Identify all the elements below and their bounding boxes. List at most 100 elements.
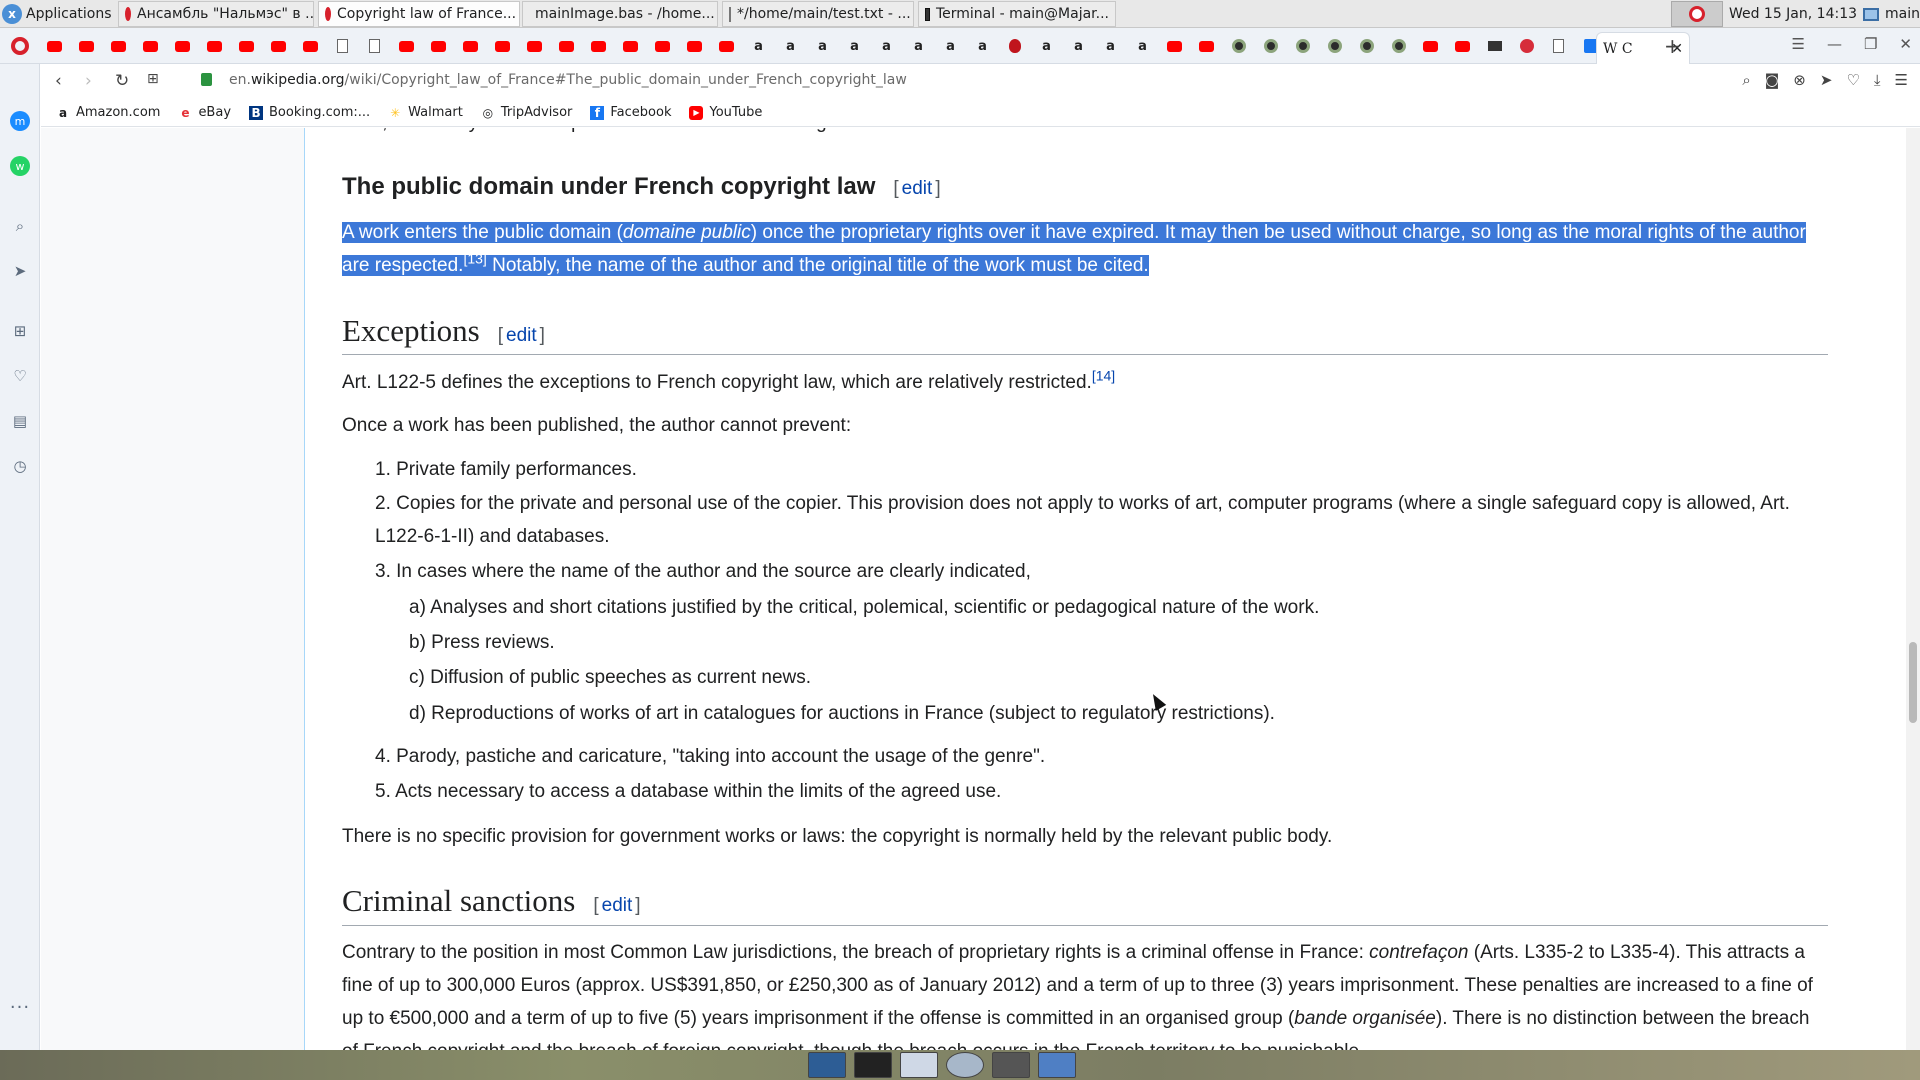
taskbar-item-test-txt[interactable]: */home/main/test.txt - ... bbox=[722, 1, 914, 27]
youtube-tab-icon[interactable] bbox=[1164, 36, 1185, 56]
youtube-tab-icon[interactable] bbox=[236, 36, 257, 56]
amazon-tab-icon[interactable]: a bbox=[812, 36, 833, 56]
eye-tab-icon[interactable] bbox=[1292, 36, 1313, 56]
speed-dial-icon[interactable]: ⊞ bbox=[10, 321, 30, 341]
amazon-tab-icon[interactable]: a bbox=[908, 36, 929, 56]
browser-dock-icon[interactable] bbox=[946, 1052, 984, 1078]
eye-tab-icon[interactable] bbox=[1388, 36, 1409, 56]
new-tab-icon[interactable]: + bbox=[1664, 34, 1681, 58]
easy-setup-icon[interactable]: ☰ bbox=[1895, 71, 1908, 89]
page-scrollbar[interactable] bbox=[1906, 128, 1920, 1050]
bookmark-walmart[interactable]: ✳ Walmart bbox=[388, 105, 463, 120]
youtube-tab-icon[interactable] bbox=[108, 36, 129, 56]
eye-tab-icon[interactable] bbox=[1356, 36, 1377, 56]
send-icon[interactable]: ➤ bbox=[10, 261, 30, 281]
more-icon[interactable]: ··· bbox=[10, 997, 30, 1018]
youtube-tab-icon[interactable] bbox=[44, 36, 65, 56]
youtube-tab-icon[interactable] bbox=[684, 36, 705, 56]
citation-link[interactable]: [13] bbox=[463, 251, 486, 267]
download-icon[interactable]: ⤓ bbox=[1874, 71, 1881, 89]
document-tab-icon[interactable] bbox=[1548, 36, 1569, 56]
applications-menu[interactable]: x Applications bbox=[2, 3, 112, 25]
youtube-tab-icon[interactable] bbox=[460, 36, 481, 56]
search-binoculars-icon[interactable] bbox=[992, 1052, 1030, 1078]
messenger-icon[interactable]: m bbox=[10, 111, 30, 131]
eye-tab-icon[interactable] bbox=[1228, 36, 1249, 56]
desktop-icon[interactable] bbox=[808, 1052, 846, 1078]
amazon-tab-icon[interactable]: a bbox=[844, 36, 865, 56]
file-manager-icon[interactable] bbox=[900, 1052, 938, 1078]
user-label[interactable]: main bbox=[1885, 6, 1920, 22]
eye-tab-icon[interactable] bbox=[1260, 36, 1281, 56]
folder-dock-icon[interactable] bbox=[1038, 1052, 1076, 1078]
youtube-tab-icon[interactable] bbox=[652, 36, 673, 56]
bookmark-booking[interactable]: B Booking.com:... bbox=[249, 105, 370, 120]
document-tab-icon[interactable] bbox=[364, 36, 385, 56]
youtube-tab-icon[interactable] bbox=[1452, 36, 1473, 56]
tab-menu-icon[interactable]: ☰ bbox=[1792, 35, 1805, 53]
youtube-tab-icon[interactable] bbox=[524, 36, 545, 56]
youtube-tab-icon[interactable] bbox=[1420, 36, 1441, 56]
close-window-icon[interactable]: ✕ bbox=[1899, 35, 1912, 53]
youtube-tab-icon[interactable] bbox=[300, 36, 321, 56]
reload-icon[interactable]: ↻ bbox=[115, 71, 129, 91]
bookmark-youtube[interactable]: ▶ YouTube bbox=[689, 105, 762, 120]
bookmark-amazon[interactable]: a Amazon.com bbox=[56, 105, 161, 120]
bookmark-tripadvisor[interactable]: ◎ TripAdvisor bbox=[481, 105, 573, 120]
back-icon[interactable]: ‹ bbox=[55, 71, 62, 91]
snapshot-icon[interactable]: ◙ bbox=[1765, 71, 1780, 89]
taskbar-item-terminal[interactable]: Terminal - main@Majar... bbox=[918, 1, 1116, 27]
youtube-tab-icon[interactable] bbox=[716, 36, 737, 56]
url-field[interactable]: en.wikipedia.org/wiki/Copyright_law_of_F… bbox=[229, 72, 907, 88]
amazon-tab-icon[interactable]: a bbox=[780, 36, 801, 56]
edit-link[interactable]: edit bbox=[506, 325, 537, 346]
youtube-tab-icon[interactable] bbox=[620, 36, 641, 56]
taskbar-item-mainimage[interactable]: mainImage.bas - /home... bbox=[522, 1, 718, 27]
search-icon[interactable]: ⌕ bbox=[10, 216, 30, 236]
amazon-tab-icon[interactable]: a bbox=[876, 36, 897, 56]
eye-tab-icon[interactable] bbox=[1324, 36, 1345, 56]
bookmark-ebay[interactable]: e eBay bbox=[178, 105, 231, 120]
share-icon[interactable]: ➤ bbox=[1820, 71, 1833, 89]
lock-icon[interactable] bbox=[201, 73, 212, 86]
clock[interactable]: Wed 15 Jan, 14:13 bbox=[1729, 6, 1857, 22]
youtube-tab-icon[interactable] bbox=[492, 36, 513, 56]
amazon-tab-icon[interactable]: a bbox=[1036, 36, 1057, 56]
news-icon[interactable]: ▤ bbox=[10, 411, 30, 431]
scrollbar-thumb[interactable] bbox=[1909, 642, 1917, 723]
youtube-tab-icon[interactable] bbox=[588, 36, 609, 56]
terminal-dock-icon[interactable] bbox=[854, 1052, 892, 1078]
workspace-icon[interactable] bbox=[1863, 7, 1880, 21]
opera-tray-icon[interactable] bbox=[1670, 1, 1723, 27]
whatsapp-icon[interactable]: w bbox=[10, 156, 30, 176]
edit-link[interactable]: edit bbox=[902, 178, 933, 199]
amazon-tab-icon[interactable]: a bbox=[748, 36, 769, 56]
amazon-tab-icon[interactable]: a bbox=[1068, 36, 1089, 56]
amazon-tab-icon[interactable]: a bbox=[1132, 36, 1153, 56]
bookmark-facebook[interactable]: f Facebook bbox=[590, 105, 671, 120]
citation-link[interactable]: [14] bbox=[1092, 368, 1115, 384]
minimize-icon[interactable]: — bbox=[1827, 35, 1842, 53]
history-icon[interactable]: ◷ bbox=[10, 456, 30, 476]
taskbar-item-copyright-law[interactable]: Copyright law of France... bbox=[318, 1, 520, 27]
taskbar-item-ensemble[interactable]: Ансамбль "Нальмэс" в ... bbox=[118, 1, 314, 27]
amazon-tab-icon[interactable]: a bbox=[972, 36, 993, 56]
red-circle-tab-icon[interactable] bbox=[1516, 36, 1537, 56]
youtube-tab-icon[interactable] bbox=[76, 36, 97, 56]
youtube-tab-icon[interactable] bbox=[140, 36, 161, 56]
bookmark-heart-icon[interactable]: ♡ bbox=[1846, 71, 1859, 89]
forward-icon[interactable]: › bbox=[85, 71, 92, 91]
adblock-icon[interactable]: ⊗ bbox=[1793, 71, 1806, 89]
youtube-tab-icon[interactable] bbox=[172, 36, 193, 56]
restore-icon[interactable]: ❐ bbox=[1864, 35, 1877, 53]
youtube-tab-icon[interactable] bbox=[556, 36, 577, 56]
tabs-grid-icon[interactable]: ⊞ bbox=[147, 71, 159, 87]
edit-link[interactable]: edit bbox=[602, 895, 633, 916]
youtube-tab-icon[interactable] bbox=[268, 36, 289, 56]
heart-icon[interactable]: ♡ bbox=[10, 366, 30, 386]
game-tab-icon[interactable] bbox=[1484, 36, 1505, 56]
document-tab-icon[interactable] bbox=[332, 36, 353, 56]
youtube-tab-icon[interactable] bbox=[428, 36, 449, 56]
youtube-tab-icon[interactable] bbox=[396, 36, 417, 56]
amazon-tab-icon[interactable]: a bbox=[1100, 36, 1121, 56]
